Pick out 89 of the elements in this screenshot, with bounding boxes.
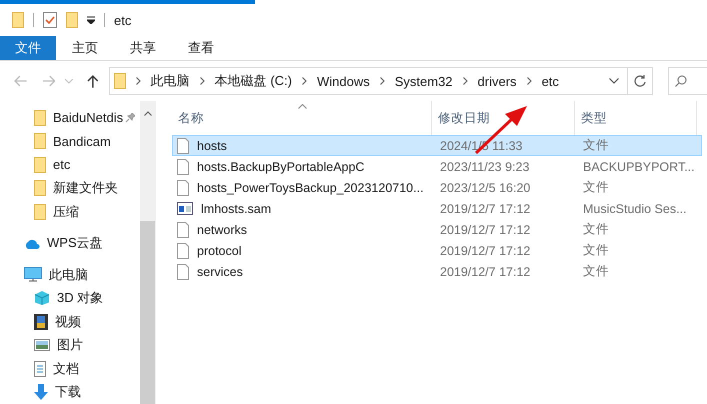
- ribbon-tab[interactable]: 主页: [56, 36, 114, 60]
- ribbon-tab[interactable]: 查看: [172, 36, 230, 60]
- dropdown-icon[interactable]: [87, 16, 95, 24]
- up-arrow-icon[interactable]: [87, 74, 99, 88]
- type-cell-text: BACKUPBYPORT...: [582, 160, 695, 174]
- search-field[interactable]: [668, 67, 707, 95]
- checklist-icon[interactable]: [43, 12, 57, 28]
- file-name: protocol: [197, 244, 242, 258]
- chevron-right-icon[interactable]: [380, 77, 385, 85]
- file-row[interactable]: hosts.BackupByPortableAppC 2023/11/23 9:23 BACKUPBYPORT...: [172, 156, 702, 177]
- ribbon-tab[interactable]: 共享: [114, 36, 172, 60]
- breadcrumb-item[interactable]: 本地磁盘 (C:): [214, 72, 292, 90]
- file-row[interactable]: lmhosts.sam 2019/12/7 17:12 MusicStudio Ses...: [172, 198, 702, 219]
- search-icon: [674, 75, 687, 87]
- nav-item[interactable]: 压缩: [53, 202, 79, 221]
- refresh-icon: [634, 75, 646, 87]
- monitor-icon: [24, 267, 42, 282]
- address-bar[interactable]: 此电脑 本地磁盘 (C:) Windows System32 drivers etc: [108, 67, 628, 95]
- file-name: hosts: [197, 138, 227, 152]
- refresh-button[interactable]: [628, 67, 653, 95]
- type-cell-text: MusicStudio Ses...: [582, 202, 687, 216]
- nav-item[interactable]: 图片: [57, 336, 83, 354]
- date-cell-text: 2019/12/7 17:12: [439, 244, 532, 258]
- folder-icon: [114, 73, 126, 89]
- file-row[interactable]: services 2019/12/7 17:12 文件: [172, 261, 702, 282]
- window-title: etc: [114, 12, 132, 28]
- chevron-right-icon[interactable]: [462, 77, 468, 85]
- breadcrumb-item[interactable]: drivers: [478, 74, 517, 88]
- file-name: networks: [197, 222, 248, 236]
- type-cell-text: 文件: [582, 263, 609, 280]
- scrollbar[interactable]: [140, 101, 155, 404]
- picture-icon: [34, 339, 50, 352]
- scroll-up-icon[interactable]: [144, 111, 152, 116]
- folder-icon: [34, 133, 46, 150]
- file-icon: [177, 264, 189, 280]
- folder-icon: [34, 110, 46, 126]
- ribbon-tab[interactable]: 文件: [0, 36, 56, 60]
- cloud-icon: [24, 238, 40, 249]
- folder-icon: [34, 156, 46, 173]
- chevron-right-icon[interactable]: [302, 77, 307, 85]
- breadcrumb-item[interactable]: 此电脑: [150, 72, 190, 90]
- file-icon: [177, 180, 189, 196]
- chevron-right-icon[interactable]: [200, 77, 205, 85]
- nav-item[interactable]: 此电脑: [49, 266, 88, 284]
- file-name: hosts_PowerToysBackup_2023120710...: [197, 180, 424, 194]
- chevron-down-icon[interactable]: [608, 78, 619, 84]
- file-name: services: [197, 264, 243, 278]
- file-icon: [177, 138, 189, 154]
- nav-item[interactable]: 下载: [55, 383, 81, 402]
- nav-item[interactable]: 文档: [53, 360, 79, 378]
- file-icon: [177, 222, 189, 238]
- breadcrumb-item[interactable]: System32: [394, 74, 453, 88]
- nav-item[interactable]: etc: [53, 157, 70, 172]
- chevron-right-icon[interactable]: [526, 77, 532, 85]
- date-cell-text: 2023/12/5 16:20: [439, 180, 532, 194]
- date-cell-text: 2019/12/7 17:12: [439, 264, 532, 278]
- type-cell-text: 文件: [582, 221, 609, 238]
- nav-item[interactable]: 视频: [55, 312, 81, 331]
- nav-item[interactable]: WPS云盘: [47, 234, 103, 252]
- chevron-right-icon[interactable]: [136, 77, 141, 85]
- nav-item[interactable]: Bandicam: [53, 134, 111, 149]
- scrollbar-thumb[interactable]: [140, 221, 155, 404]
- date-cell-text: 2023/11/23 9:23: [439, 160, 530, 174]
- file-icon: [177, 158, 189, 174]
- pin-icon[interactable]: [125, 113, 135, 123]
- type-cell-text: 文件: [582, 137, 609, 154]
- breadcrumb-item[interactable]: etc: [542, 74, 559, 88]
- file-row[interactable]: hosts_PowerToysBackup_2023120710... 2023/12/5 16:20 文件: [172, 177, 702, 198]
- file-row[interactable]: networks 2019/12/7 17:12 文件: [172, 219, 702, 240]
- file-icon: [177, 242, 189, 258]
- nav-item[interactable]: 3D 对象: [57, 289, 104, 308]
- file-row[interactable]: protocol 2019/12/7 17:12 文件: [172, 240, 702, 261]
- nav-item[interactable]: 新建文件夹: [53, 179, 118, 198]
- file-name: hosts.BackupByPortableAppC: [197, 160, 364, 174]
- folder-icon: [34, 204, 46, 220]
- date-cell-text: 2019/12/7 17:12: [439, 222, 532, 236]
- date-cell-text: 2019/12/7 17:12: [439, 202, 532, 216]
- file-name: lmhosts.sam: [201, 202, 272, 216]
- document-icon: [34, 360, 46, 377]
- cube-icon: [34, 290, 50, 306]
- window-icon: [177, 202, 193, 215]
- film-icon: [34, 314, 48, 330]
- type-cell-text: 文件: [582, 179, 609, 196]
- nav-item[interactable]: BaiduNetdis: [53, 110, 124, 126]
- folder-icon: [34, 180, 46, 196]
- type-cell-text: 文件: [582, 242, 609, 259]
- sort-caret-icon: [298, 104, 307, 109]
- down-arrow-icon: [34, 384, 48, 400]
- breadcrumb-item[interactable]: Windows: [316, 74, 370, 88]
